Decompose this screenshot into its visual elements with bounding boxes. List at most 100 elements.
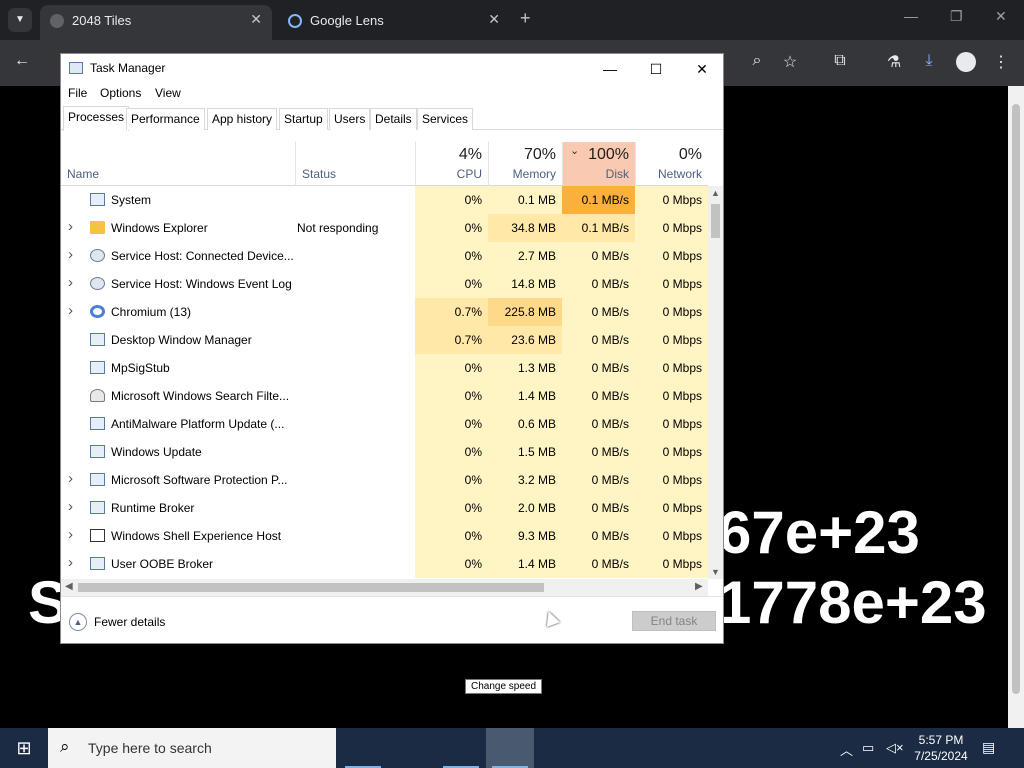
scroll-right-icon[interactable]: ▶ [695, 581, 703, 592]
taskbar-app-1[interactable] [339, 728, 387, 768]
volume-muted-icon[interactable]: ◁× [886, 740, 904, 756]
table-row[interactable]: Windows Update 0% 1.5 MB 0 MB/s 0 Mbps [61, 438, 708, 466]
chevron-right-icon[interactable]: › [68, 246, 73, 263]
process-memory-cell: 3.2 MB [488, 466, 562, 494]
table-row[interactable]: › Service Host: Connected Device... 0% 2.7 … [61, 242, 708, 270]
process-name: Service Host: Connected Device... [111, 249, 294, 263]
tab-details[interactable]: Details [370, 108, 417, 130]
table-row[interactable]: Microsoft Windows Search Filte... 0% 1.4 M… [61, 382, 708, 410]
chevron-right-icon[interactable]: › [68, 554, 73, 571]
header-memory[interactable]: 70% Memory [488, 142, 562, 186]
tab-search-icon[interactable]: ▼ [8, 8, 32, 32]
end-task-button[interactable]: End task [632, 611, 716, 631]
notification-icon[interactable]: ▤ [982, 739, 995, 756]
menu-view[interactable]: View [155, 86, 181, 100]
vertical-scrollbar-thumb[interactable] [711, 204, 720, 238]
table-row[interactable]: MpSigStub 0% 1.3 MB 0 MB/s 0 Mbps [61, 354, 708, 382]
title-bar[interactable]: Task Manager — ☐ ✕ [61, 54, 723, 84]
table-row[interactable]: › Chromium (13) 0.7% 225.8 MB 0 MB/s 0 Mbps [61, 298, 708, 326]
star-icon[interactable]: ☆ [779, 52, 801, 72]
table-vertical-scrollbar[interactable]: ▲ ▼ [708, 186, 723, 579]
system-icon [90, 501, 105, 514]
minimize-icon[interactable]: — [904, 8, 918, 24]
process-network-cell: 0 Mbps [635, 522, 708, 550]
table-row[interactable]: › Windows Explorer Not responding 0% 34.8 MB… [61, 214, 708, 242]
table-row[interactable]: › Service Host: Windows Event Log 0% 14.8 M… [61, 270, 708, 298]
scroll-down-icon[interactable]: ▼ [711, 567, 720, 577]
chevron-right-icon[interactable]: › [68, 302, 73, 319]
tab-app-history[interactable]: App history [207, 108, 278, 130]
header-cpu[interactable]: 4% CPU [415, 142, 488, 186]
back-arrow-icon[interactable]: ← [11, 52, 33, 70]
maximize-icon[interactable]: ☐ [633, 57, 679, 81]
search-icon: ⌕ [60, 737, 70, 756]
menu-options[interactable]: Options [100, 86, 141, 100]
chevron-up-icon[interactable]: ︿ [840, 740, 853, 759]
chevron-right-icon[interactable]: › [68, 274, 73, 291]
process-network-cell: 0 Mbps [635, 242, 708, 270]
header-status[interactable]: Status [295, 142, 415, 186]
system-clock[interactable]: 5:57 PM 7/25/2024 [908, 732, 974, 764]
tab-startup[interactable]: Startup [279, 108, 328, 130]
chevron-right-icon[interactable]: › [68, 470, 73, 487]
taskbar-app-task-manager[interactable] [486, 728, 534, 768]
table-row[interactable]: AntiMalware Platform Update (... 0% 0.6 MB… [61, 410, 708, 438]
process-cpu-cell: 0.7% [415, 298, 488, 326]
process-disk-cell: 0 MB/s [562, 242, 635, 270]
windows-start-icon[interactable]: ⊞ [0, 728, 48, 768]
extensions-icon[interactable]: ⧉ [829, 52, 851, 70]
menu-file[interactable]: File [68, 86, 87, 100]
tab-performance[interactable]: Performance [126, 108, 205, 130]
process-disk-cell: 0 MB/s [562, 466, 635, 494]
table-row[interactable]: System 0% 0.1 MB 0.1 MB/s 0 Mbps [61, 186, 708, 214]
labs-icon[interactable]: ⚗ [883, 52, 905, 72]
scroll-left-icon[interactable]: ◀ [65, 581, 73, 592]
process-network-cell: 0 Mbps [635, 214, 708, 242]
close-icon[interactable]: ✕ [679, 57, 725, 81]
table-row[interactable]: › Microsoft Software Protection P... 0% 3.2… [61, 466, 708, 494]
restore-icon[interactable]: ❐ [950, 8, 963, 25]
close-tab-icon[interactable]: ✕ [250, 11, 262, 28]
tab-services[interactable]: Services [417, 108, 474, 130]
minimize-icon[interactable]: — [587, 57, 633, 81]
taskbar-app-2[interactable] [437, 728, 485, 768]
profile-icon[interactable] [956, 52, 976, 72]
chevron-up-icon[interactable]: ▲ [69, 613, 87, 631]
download-icon[interactable]: ⤓ [918, 52, 940, 70]
tab-users[interactable]: Users [329, 108, 371, 130]
system-icon [90, 445, 105, 458]
taskbar-search-box[interactable]: ⌕ Type here to search [48, 728, 336, 768]
process-network-cell: 0 Mbps [635, 550, 708, 578]
process-name: AntiMalware Platform Update (... [111, 417, 285, 431]
zoom-icon[interactable]: ⌕ [746, 52, 768, 70]
tab-processes[interactable]: Processes [63, 106, 130, 131]
horizontal-scrollbar-thumb[interactable] [78, 583, 544, 592]
process-network-cell: 0 Mbps [635, 382, 708, 410]
tab-2048-tiles[interactable]: 2048 Tiles ✕ [40, 5, 272, 40]
network-icon[interactable]: ▭ [862, 740, 874, 756]
page-scrollbar-thumb[interactable] [1012, 104, 1020, 694]
new-tab-icon[interactable]: + [520, 8, 531, 29]
chevron-right-icon[interactable]: › [68, 498, 73, 515]
table-row[interactable]: › Runtime Broker 0% 2.0 MB 0 MB/s 0 Mbps [61, 494, 708, 522]
google-lens-icon [288, 14, 302, 28]
scroll-up-icon[interactable]: ▲ [711, 188, 720, 198]
table-row[interactable]: Desktop Window Manager 0.7% 23.6 MB 0 MB/s 0… [61, 326, 708, 354]
tab-google-lens[interactable]: Google Lens ✕ [278, 5, 510, 40]
table-row[interactable]: › User OOBE Broker 0% 1.4 MB 0 MB/s 0 Mbps [61, 550, 708, 578]
close-window-icon[interactable]: ✕ [995, 8, 1007, 25]
header-network[interactable]: 0% Network [635, 142, 708, 186]
page-scrollbar[interactable] [1008, 86, 1024, 728]
change-speed-button[interactable]: Change speed [465, 679, 543, 694]
process-memory-cell: 1.3 MB [488, 354, 562, 382]
table-horizontal-scrollbar[interactable]: ◀ ▶ [61, 579, 708, 596]
chevron-right-icon[interactable]: › [68, 526, 73, 543]
table-row[interactable]: › Windows Shell Experience Host 0% 9.3 MB 0 … [61, 522, 708, 550]
header-disk[interactable]: ⌄ 100% Disk [562, 142, 635, 186]
fewer-details-link[interactable]: Fewer details [94, 615, 165, 629]
chevron-right-icon[interactable]: › [68, 218, 73, 235]
menu-icon[interactable]: ⋮ [990, 52, 1012, 72]
close-tab-icon[interactable]: ✕ [488, 11, 500, 28]
system-icon [90, 361, 105, 374]
header-name[interactable]: Name [61, 142, 295, 186]
